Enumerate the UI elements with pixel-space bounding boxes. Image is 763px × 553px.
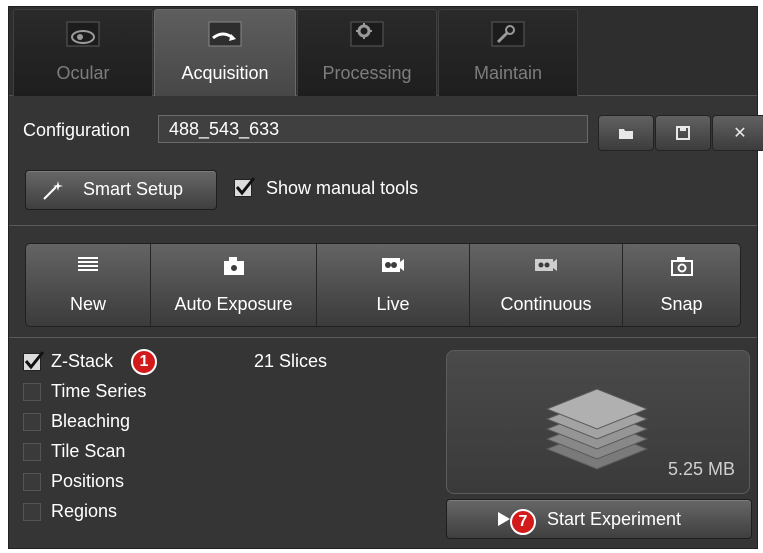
option-regions[interactable]: Regions [21, 501, 181, 523]
positions-checkbox[interactable] [23, 473, 41, 491]
positions-label: Positions [51, 471, 125, 491]
tab-label: Maintain [473, 63, 543, 83]
slices-count: 21 Slices [254, 351, 328, 371]
stack-layers-icon [545, 388, 649, 470]
tab-ocular[interactable]: Ocular [13, 9, 153, 96]
tab-label: Ocular [56, 63, 110, 83]
checkmark-icon [24, 351, 45, 370]
action-label: Snap [660, 294, 703, 314]
option-tile-scan[interactable]: Tile Scan [21, 441, 181, 463]
snap-button[interactable]: Snap [623, 244, 740, 326]
acquisition-icon [155, 20, 295, 50]
show-manual-tools-label: Show manual tools [266, 178, 419, 198]
configuration-label: Configuration [23, 120, 131, 140]
list-icon [26, 256, 150, 280]
tile-scan-checkbox[interactable] [23, 443, 41, 461]
folder-icon [619, 129, 633, 139]
show-manual-tools-checkbox[interactable] [234, 177, 256, 197]
action-label: Auto Exposure [174, 294, 293, 314]
tab-processing[interactable]: Processing [297, 9, 437, 96]
auto-exposure-button[interactable]: Auto Exposure [151, 244, 317, 326]
divider [9, 337, 757, 338]
save-icon [676, 126, 690, 140]
checkmark-icon [235, 177, 256, 196]
tab-maintain[interactable]: Maintain [438, 9, 578, 96]
data-size: 5.25 MB [667, 459, 735, 479]
smart-setup-label: Smart Setup [83, 179, 184, 199]
open-config-button[interactable] [598, 115, 654, 151]
magic-wand-icon [43, 181, 63, 200]
divider [9, 225, 757, 226]
option-time-series[interactable]: Time Series [21, 381, 181, 403]
start-experiment-button[interactable]: Start Experiment [446, 499, 752, 539]
smart-setup-button[interactable]: Smart Setup [25, 170, 217, 210]
live-button[interactable]: Live [317, 244, 470, 326]
save-config-button[interactable] [655, 115, 711, 151]
snap-camera-icon [623, 256, 740, 280]
eye-icon [14, 20, 152, 50]
option-z-stack[interactable]: Z-Stack [21, 351, 181, 373]
action-label: Continuous [500, 294, 592, 314]
new-button[interactable]: New [26, 244, 151, 326]
gear-icon [298, 20, 436, 50]
regions-checkbox[interactable] [23, 503, 41, 521]
tab-label: Acquisition [181, 63, 269, 83]
option-bleaching[interactable]: Bleaching [21, 411, 181, 433]
callout-badge-1: 1 [131, 349, 157, 375]
experiment-preview: 5.25 MB [446, 350, 750, 494]
tab-acquisition[interactable]: Acquisition [154, 9, 296, 96]
regions-label: Regions [51, 501, 118, 521]
action-toolbar: New Auto Exposure Live Continuous Snap [25, 243, 741, 327]
acquisition-window: Ocular Acquisition Processing Maintain C… [8, 6, 763, 549]
bleaching-label: Bleaching [51, 411, 131, 431]
close-icon: ✕ [733, 125, 747, 142]
configuration-row: Configuration ✕ [23, 115, 763, 151]
camera-icon [151, 256, 316, 280]
action-label: Live [376, 294, 410, 314]
video-camera-icon [317, 256, 469, 280]
tab-bar: Ocular Acquisition Processing Maintain [9, 7, 757, 96]
z-stack-label: Z-Stack [51, 351, 114, 371]
tab-label: Processing [322, 63, 412, 83]
option-positions[interactable]: Positions [21, 471, 181, 493]
time-series-checkbox[interactable] [23, 383, 41, 401]
callout-badge-7: 7 [510, 509, 536, 535]
time-series-label: Time Series [51, 381, 147, 401]
start-experiment-label: Start Experiment [547, 509, 682, 529]
tile-scan-label: Tile Scan [51, 441, 126, 461]
continuous-button[interactable]: Continuous [470, 244, 623, 326]
z-stack-checkbox[interactable] [23, 351, 45, 371]
action-label: New [69, 294, 106, 314]
continuous-camera-icon [470, 256, 622, 280]
delete-config-button[interactable]: ✕ [712, 115, 763, 151]
configuration-field[interactable] [158, 115, 588, 143]
wrench-icon [439, 20, 577, 50]
bleaching-checkbox[interactable] [23, 413, 41, 431]
play-icon [498, 512, 510, 526]
